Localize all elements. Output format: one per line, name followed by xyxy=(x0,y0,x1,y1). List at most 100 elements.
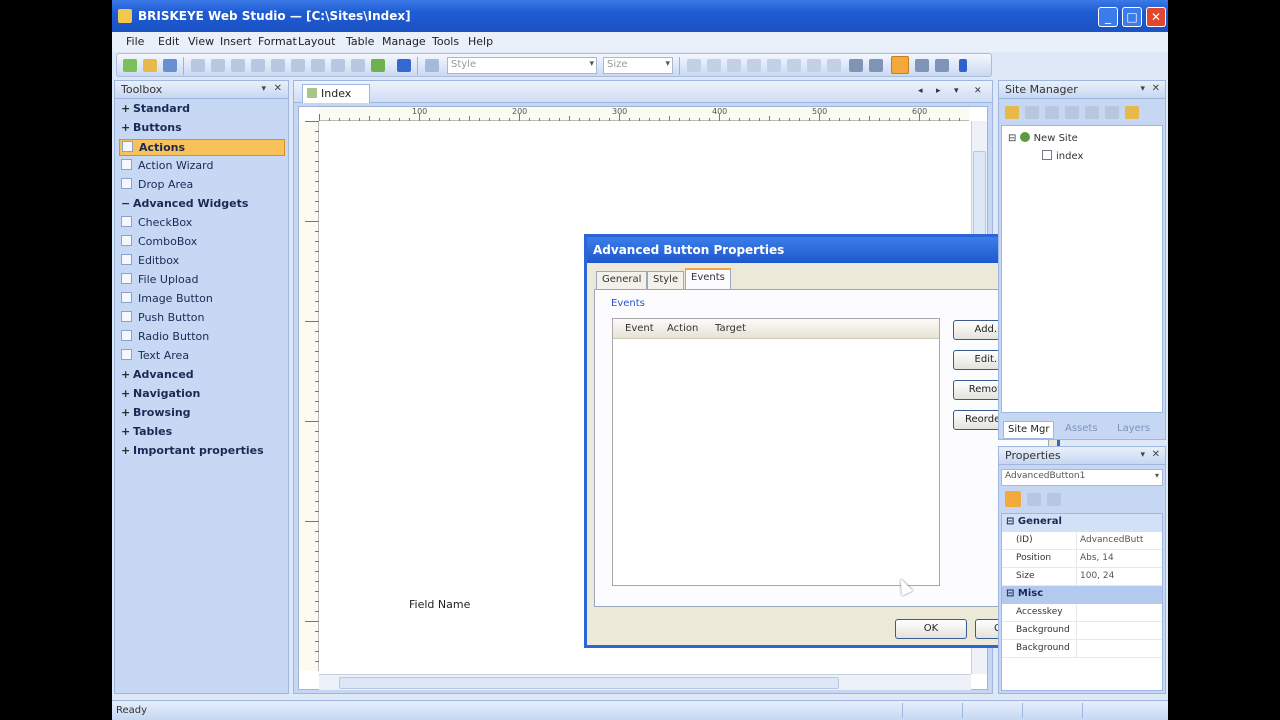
expand-icon[interactable]: + xyxy=(121,121,133,134)
events-icon[interactable] xyxy=(1047,493,1061,506)
cut-icon[interactable] xyxy=(191,59,205,72)
ok-button[interactable]: OK xyxy=(895,619,967,639)
pin-icon[interactable]: ▾ xyxy=(261,84,266,94)
property-row[interactable]: Size 100, 24 xyxy=(1002,568,1162,586)
horizontal-scrollbar[interactable] xyxy=(319,674,971,690)
properties-icon[interactable] xyxy=(1045,106,1059,119)
italic-icon[interactable] xyxy=(707,59,721,72)
toolbox-item-file-upload[interactable]: File Upload xyxy=(119,272,285,289)
style-combo[interactable]: Style ▾ xyxy=(447,57,597,74)
property-value[interactable]: 100, 24 xyxy=(1080,571,1114,581)
property-row[interactable]: Accesskey xyxy=(1002,604,1162,622)
maximize-button[interactable]: □ xyxy=(1122,7,1142,27)
list-icon[interactable] xyxy=(807,59,821,72)
property-row[interactable]: Background xyxy=(1002,640,1162,658)
expand-icon[interactable]: + xyxy=(121,387,133,400)
menu-format[interactable]: Format xyxy=(258,35,297,48)
help-icon[interactable] xyxy=(1125,106,1139,119)
close-window-button[interactable]: ✕ xyxy=(1146,7,1166,27)
new-page-icon[interactable] xyxy=(1025,106,1039,119)
object-selector[interactable]: AdvancedButton1 ▾ xyxy=(1001,469,1163,486)
menu-file[interactable]: File xyxy=(126,35,144,48)
tab-events[interactable]: Events xyxy=(685,268,731,290)
style-icon[interactable] xyxy=(425,59,439,72)
toolbox-group-buttons[interactable]: + Buttons xyxy=(119,120,285,137)
expand-icon[interactable]: + xyxy=(121,102,133,115)
tab-style[interactable]: Style xyxy=(647,271,685,289)
menu-layout[interactable]: Layout xyxy=(298,35,335,48)
layout-full-icon[interactable] xyxy=(935,59,949,72)
open-folder-icon[interactable] xyxy=(143,59,157,72)
toolbox-item-editbox[interactable]: Editbox xyxy=(119,253,285,270)
minimize-button[interactable]: _ xyxy=(1098,7,1118,27)
events-list[interactable]: Event Action Target xyxy=(612,318,940,596)
tab-assets[interactable]: Assets xyxy=(1061,421,1102,439)
indent-icon[interactable] xyxy=(827,59,841,72)
align-icon[interactable] xyxy=(311,59,325,72)
categorized-icon[interactable] xyxy=(1005,491,1021,507)
tab-site-manager[interactable]: Site Mgr xyxy=(1003,421,1055,439)
toolbox-item-combobox[interactable]: ComboBox xyxy=(119,234,285,251)
tab-index[interactable]: Index xyxy=(302,84,370,103)
delete-icon[interactable] xyxy=(1065,106,1079,119)
preview-icon[interactable] xyxy=(371,59,385,72)
menu-help[interactable]: Help xyxy=(468,35,493,48)
align-right-icon[interactable] xyxy=(787,59,801,72)
property-row[interactable]: Position Abs, 14 xyxy=(1002,550,1162,568)
redo-icon[interactable] xyxy=(271,59,285,72)
property-value[interactable]: Abs, 14 xyxy=(1080,553,1114,563)
layout-left-icon[interactable] xyxy=(849,59,863,72)
expand-icon[interactable]: − xyxy=(121,197,133,210)
menu-edit[interactable]: Edit xyxy=(158,35,179,48)
find-icon[interactable] xyxy=(291,59,305,72)
new-folder-icon[interactable] xyxy=(1005,106,1019,119)
close-icon[interactable]: ✕ xyxy=(274,83,282,94)
property-value[interactable]: AdvancedButt xyxy=(1080,535,1143,545)
toolbox-item-image-button[interactable]: Image Button xyxy=(119,291,285,308)
new-page-icon[interactable] xyxy=(123,59,137,72)
align-left-icon[interactable] xyxy=(747,59,761,72)
layout-right-icon[interactable] xyxy=(915,59,929,72)
toolbox-group-advanced-widgets[interactable]: − Advanced Widgets xyxy=(119,196,285,213)
undo-icon[interactable] xyxy=(251,59,265,72)
pin-icon[interactable]: ▾ xyxy=(1140,84,1145,94)
expand-icon[interactable]: + xyxy=(121,368,133,381)
property-row[interactable]: (ID) AdvancedButt xyxy=(1002,532,1162,550)
publish-icon[interactable] xyxy=(397,59,411,72)
tab-list-icon[interactable]: ▾ xyxy=(954,86,959,96)
pin-icon[interactable]: ▾ xyxy=(1140,450,1145,460)
tab-layers[interactable]: Layers xyxy=(1113,421,1154,439)
tab-scroll-right-icon[interactable]: ▸ xyxy=(936,86,941,96)
move-up-icon[interactable] xyxy=(1085,106,1099,119)
snap-icon[interactable] xyxy=(351,59,365,72)
size-combo[interactable]: Size ▾ xyxy=(603,57,673,74)
toolbox-item-text-area[interactable]: Text Area xyxy=(119,348,285,365)
toolbox-item-action-wizard[interactable]: Action Wizard xyxy=(119,158,285,175)
toolbox-group-standard[interactable]: + Standard xyxy=(119,101,285,118)
toolbox-group-browsing[interactable]: + Browsing xyxy=(119,405,285,422)
toolbox-item-checkbox[interactable]: CheckBox xyxy=(119,215,285,232)
alphabetical-icon[interactable] xyxy=(1027,493,1041,506)
toolbox-item-radio-button[interactable]: Radio Button xyxy=(119,329,285,346)
tree-node-page[interactable]: index xyxy=(1042,150,1083,162)
toolbox-item-push-button[interactable]: Push Button xyxy=(119,310,285,327)
toolbox-group-tables[interactable]: + Tables xyxy=(119,424,285,441)
property-category[interactable]: ⊟ General xyxy=(1002,514,1162,532)
toolbox-item-drop-area[interactable]: Drop Area xyxy=(119,177,285,194)
grid-icon[interactable] xyxy=(331,59,345,72)
toolbox-group-navigation[interactable]: + Navigation xyxy=(119,386,285,403)
expand-icon[interactable]: + xyxy=(121,406,133,419)
underline-icon[interactable] xyxy=(727,59,741,72)
move-down-icon[interactable] xyxy=(1105,106,1119,119)
menu-table[interactable]: Table xyxy=(346,35,374,48)
close-document-icon[interactable]: ✕ xyxy=(974,86,982,96)
toolbox-group-advanced[interactable]: + Advanced xyxy=(119,367,285,384)
layout-mid-icon[interactable] xyxy=(869,59,883,72)
scroll-thumb[interactable] xyxy=(339,677,839,689)
expand-icon[interactable]: + xyxy=(121,425,133,438)
close-icon[interactable]: ✕ xyxy=(1152,83,1160,94)
active-tool-icon[interactable] xyxy=(891,56,909,74)
column-event[interactable]: Event xyxy=(625,323,654,334)
expand-icon[interactable]: + xyxy=(121,444,133,457)
property-row[interactable]: Background xyxy=(1002,622,1162,640)
